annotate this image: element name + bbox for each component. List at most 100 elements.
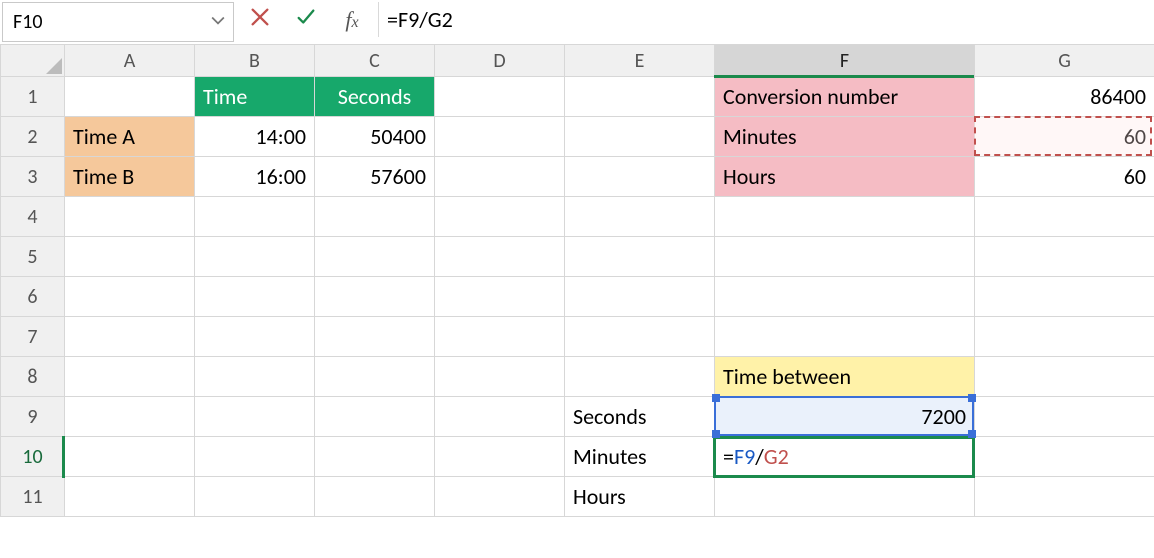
col-header[interactable]: G [975,45,1154,77]
row-header[interactable]: 5 [1,237,65,277]
cell[interactable] [315,397,435,437]
cell[interactable] [975,437,1154,477]
cell[interactable]: Conversion number [715,77,975,117]
col-header[interactable]: E [565,45,715,77]
cell[interactable] [715,277,975,317]
row-header[interactable]: 6 [1,277,65,317]
cell[interactable] [975,357,1154,397]
cell[interactable] [715,477,975,517]
formula-input[interactable]: =F9/G2 [378,2,1152,37]
cell[interactable] [715,317,975,357]
cell[interactable]: 60 [975,117,1154,157]
cell[interactable]: Time [195,77,315,117]
cell[interactable] [715,237,975,277]
worksheet[interactable]: A B C D E F G 1 Time Seconds Conversion … [0,44,1154,517]
cell[interactable] [65,197,195,237]
grid[interactable]: A B C D E F G 1 Time Seconds Conversion … [0,44,1154,517]
cell[interactable] [435,357,565,397]
row-header[interactable]: 9 [1,397,65,437]
cell[interactable]: Minutes [565,437,715,477]
cell[interactable]: 57600 [315,157,435,197]
cell[interactable]: 60 [975,157,1154,197]
chevron-down-icon[interactable] [211,10,225,34]
cell[interactable] [65,357,195,397]
cell[interactable] [65,237,195,277]
cell[interactable] [315,477,435,517]
row-header[interactable]: 11 [1,477,65,517]
cell[interactable] [435,237,565,277]
cell[interactable] [565,117,715,157]
cell[interactable] [435,117,565,157]
cell[interactable] [65,277,195,317]
cell[interactable] [975,197,1154,237]
cell[interactable]: Seconds [565,397,715,437]
cell[interactable] [565,317,715,357]
col-header[interactable]: D [435,45,565,77]
cell[interactable] [315,197,435,237]
col-header-active[interactable]: F [715,45,975,77]
cell[interactable] [435,277,565,317]
cell[interactable] [315,437,435,477]
cell[interactable] [315,237,435,277]
cell[interactable] [195,397,315,437]
cell[interactable] [435,157,565,197]
cell[interactable] [195,237,315,277]
row-header[interactable]: 1 [1,77,65,117]
cell[interactable]: Hours [715,157,975,197]
cell[interactable] [975,397,1154,437]
cell[interactable]: Minutes [715,117,975,157]
select-all-corner[interactable] [1,45,65,77]
cell[interactable]: Time B [65,157,195,197]
cell[interactable]: Time A [65,117,195,157]
row-header[interactable]: 7 [1,317,65,357]
row-header[interactable]: 8 [1,357,65,397]
cell[interactable] [435,477,565,517]
cell[interactable] [65,317,195,357]
enter-button[interactable] [286,2,326,37]
cell[interactable]: 16:00 [195,157,315,197]
cell[interactable] [195,197,315,237]
cell[interactable]: Time between [715,357,975,397]
cell[interactable] [65,477,195,517]
col-header[interactable]: C [315,45,435,77]
cell[interactable]: Hours [565,477,715,517]
cell[interactable] [195,317,315,357]
cell[interactable] [435,317,565,357]
cell[interactable] [565,157,715,197]
cell[interactable] [435,197,565,237]
col-header[interactable]: A [65,45,195,77]
cell[interactable] [315,317,435,357]
cell[interactable] [435,397,565,437]
cell[interactable] [315,277,435,317]
cell[interactable]: 7200 [715,397,975,437]
cell[interactable] [565,357,715,397]
cell[interactable] [315,357,435,397]
cell[interactable] [565,277,715,317]
cancel-button[interactable] [240,2,280,37]
cell[interactable] [195,477,315,517]
cell[interactable] [975,317,1154,357]
cell[interactable]: 14:00 [195,117,315,157]
cell[interactable] [565,237,715,277]
cell[interactable] [975,237,1154,277]
cell[interactable] [65,77,195,117]
cell[interactable] [195,277,315,317]
cell[interactable] [565,77,715,117]
cell[interactable]: Seconds [315,77,435,117]
col-header[interactable]: B [195,45,315,77]
row-header[interactable]: 3 [1,157,65,197]
cell[interactable] [975,277,1154,317]
cell[interactable] [65,397,195,437]
row-header-active[interactable]: 10 [1,437,65,477]
cell[interactable] [195,437,315,477]
cell[interactable] [435,437,565,477]
insert-function-button[interactable]: fx [332,2,372,37]
cell[interactable] [435,77,565,117]
cell[interactable] [65,437,195,477]
row-header[interactable]: 2 [1,117,65,157]
cell[interactable] [715,197,975,237]
active-cell-editing[interactable]: =F9/G2 [715,437,975,477]
row-header[interactable]: 4 [1,197,65,237]
name-box[interactable]: F10 [2,2,234,42]
cell[interactable]: 50400 [315,117,435,157]
